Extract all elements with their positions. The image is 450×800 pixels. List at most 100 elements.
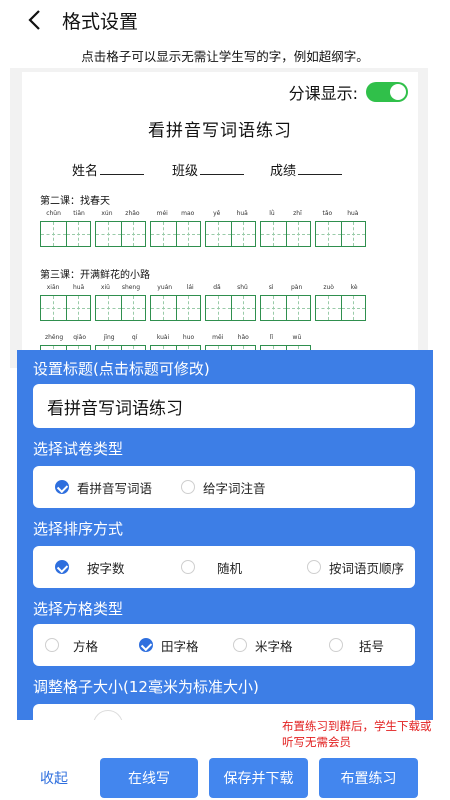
class-field: 班级 (172, 160, 245, 179)
writing-cell[interactable] (230, 222, 256, 246)
writing-cell[interactable] (151, 296, 176, 320)
pinyin-label: dǎ shǔ (213, 284, 248, 291)
split-lesson-toggle[interactable] (366, 82, 408, 102)
writing-cell[interactable] (65, 222, 91, 246)
radio-unchecked-icon (181, 480, 195, 494)
writing-cell[interactable] (96, 296, 121, 320)
writing-cell[interactable] (285, 296, 311, 320)
writing-cell[interactable] (206, 296, 231, 320)
slider-handle[interactable] (93, 710, 123, 720)
pinyin-label: zhēng qiǎo (44, 334, 87, 341)
tianzige-cells (205, 295, 256, 321)
pinyin-label: kuài huo (156, 334, 195, 341)
lesson-title: 第二课：找春天 (40, 196, 110, 207)
word-cell-group: lǜ zhī (260, 210, 311, 247)
writing-cell[interactable] (316, 222, 341, 246)
grid-type-options: 方格 田字格 米字格 括号 (33, 624, 415, 666)
member-note: 布置练习到群后，学生下载或听写无需会员 (282, 719, 432, 749)
grid-type-label: 选择方格类型 (33, 600, 124, 618)
radio-unchecked-icon (307, 560, 321, 574)
word-cell-group: sì pàn (260, 284, 311, 321)
writing-cell[interactable] (316, 296, 341, 320)
writing-cell[interactable] (41, 296, 66, 320)
word-cell-group: dǎ shǔ (205, 284, 256, 321)
writing-cell[interactable] (151, 222, 176, 246)
tianzige-cells (205, 221, 256, 247)
pinyin-label: jīng qí (103, 334, 138, 341)
writing-cell[interactable] (96, 222, 121, 246)
radio-checked-icon (55, 480, 69, 494)
writing-cell[interactable] (175, 296, 201, 320)
worksheet-preview: 分课显示: 看拼音写词语练习 姓名 班级 成绩 第二课：找春天 chūn tiān… (22, 72, 418, 368)
word-grid-row: xiān huā xiū sheng yuán lái dǎ shǔ sì pàn zuò kè (40, 284, 366, 321)
writing-cell[interactable] (120, 296, 146, 320)
word-cell-group: xiān huā (40, 284, 91, 321)
writing-cell[interactable] (175, 222, 201, 246)
writing-cell[interactable] (261, 296, 286, 320)
word-cell-group: xún zhǎo (95, 210, 146, 247)
radio-unchecked-icon (329, 638, 343, 652)
word-cell-group: yuán lái (150, 284, 201, 321)
word-cell-group: méi mao (150, 210, 201, 247)
writing-cell[interactable] (261, 222, 286, 246)
sort-label: 选择排序方式 (33, 520, 124, 538)
worksheet-title[interactable]: 看拼音写词语练习 (22, 116, 418, 141)
tianzige-cells (40, 295, 91, 321)
tianzige-cells (95, 221, 146, 247)
back-button[interactable] (14, 0, 54, 40)
pinyin-label: xún zhǎo (101, 210, 140, 217)
grid-option-tianzige[interactable]: 田字格 (139, 636, 199, 655)
pinyin-label: xiān huā (46, 284, 85, 291)
tianzige-cells (260, 295, 311, 321)
pinyin-label: měi hǎo (212, 334, 249, 341)
writing-cell[interactable] (340, 222, 366, 246)
sort-option-by-length[interactable]: 按字数 (55, 558, 125, 577)
word-cell-group: zuò kè (315, 284, 366, 321)
tianzige-cells (315, 221, 366, 247)
writing-cell[interactable] (41, 222, 66, 246)
sort-option-random[interactable]: 随机 (181, 558, 242, 577)
word-grid-row: chūn tiān xún zhǎo méi mao yě huā lǜ zhī tǎo huà (40, 210, 366, 247)
pinyin-label: lǜ zhī (269, 210, 302, 217)
radio-checked-icon (55, 560, 69, 574)
writing-cell[interactable] (285, 222, 311, 246)
writing-cell[interactable] (65, 296, 91, 320)
chevron-left-icon (28, 10, 40, 30)
pinyin-label: sì pàn (268, 284, 303, 291)
word-cell-group: xiū sheng (95, 284, 146, 321)
online-write-button[interactable]: 在线写 (100, 758, 198, 798)
sort-options: 按字数 随机 按词语页顺序 (33, 546, 415, 588)
pinyin-label: yuán lái (157, 284, 194, 291)
split-lesson-label: 分课显示: (288, 84, 358, 103)
tianzige-cells (150, 295, 201, 321)
writing-cell[interactable] (120, 222, 146, 246)
type-option-pinyin-to-word[interactable]: 看拼音写词语 (55, 478, 152, 497)
radio-unchecked-icon (233, 638, 247, 652)
type-option-annotate-pinyin[interactable]: 给字词注音 (181, 478, 266, 497)
grid-option-brackets[interactable]: 括号 (329, 636, 384, 655)
writing-cell[interactable] (206, 222, 231, 246)
writing-cell[interactable] (340, 296, 366, 320)
tianzige-cells (95, 295, 146, 321)
collapse-button[interactable]: 收起 (40, 768, 68, 788)
title-input[interactable]: 看拼音写词语练习 (33, 384, 415, 428)
grid-option-square[interactable]: 方格 (45, 636, 98, 655)
page-title: 格式设置 (62, 10, 139, 33)
radio-unchecked-icon (181, 560, 195, 574)
tianzige-cells (315, 295, 366, 321)
tianzige-cells (40, 221, 91, 247)
sort-option-by-page[interactable]: 按词语页顺序 (307, 558, 404, 577)
paper-type-options: 看拼音写词语 给字词注音 (33, 466, 415, 508)
lesson-title: 第三课：开满鲜花的小路 (40, 270, 150, 281)
grid-option-mizige[interactable]: 米字格 (233, 636, 293, 655)
writing-cell[interactable] (230, 296, 256, 320)
tianzige-cells (150, 221, 201, 247)
score-field: 成绩 (270, 160, 343, 179)
assign-practice-button[interactable]: 布置练习 (319, 758, 418, 798)
paper-type-label: 选择试卷类型 (33, 440, 124, 458)
save-download-button[interactable]: 保存并下载 (209, 758, 308, 798)
pinyin-label: yě huā (213, 210, 248, 217)
split-lesson-setting: 分课显示: (289, 80, 408, 104)
word-cell-group: chūn tiān (40, 210, 91, 247)
word-cell-group: tǎo huà (315, 210, 366, 247)
